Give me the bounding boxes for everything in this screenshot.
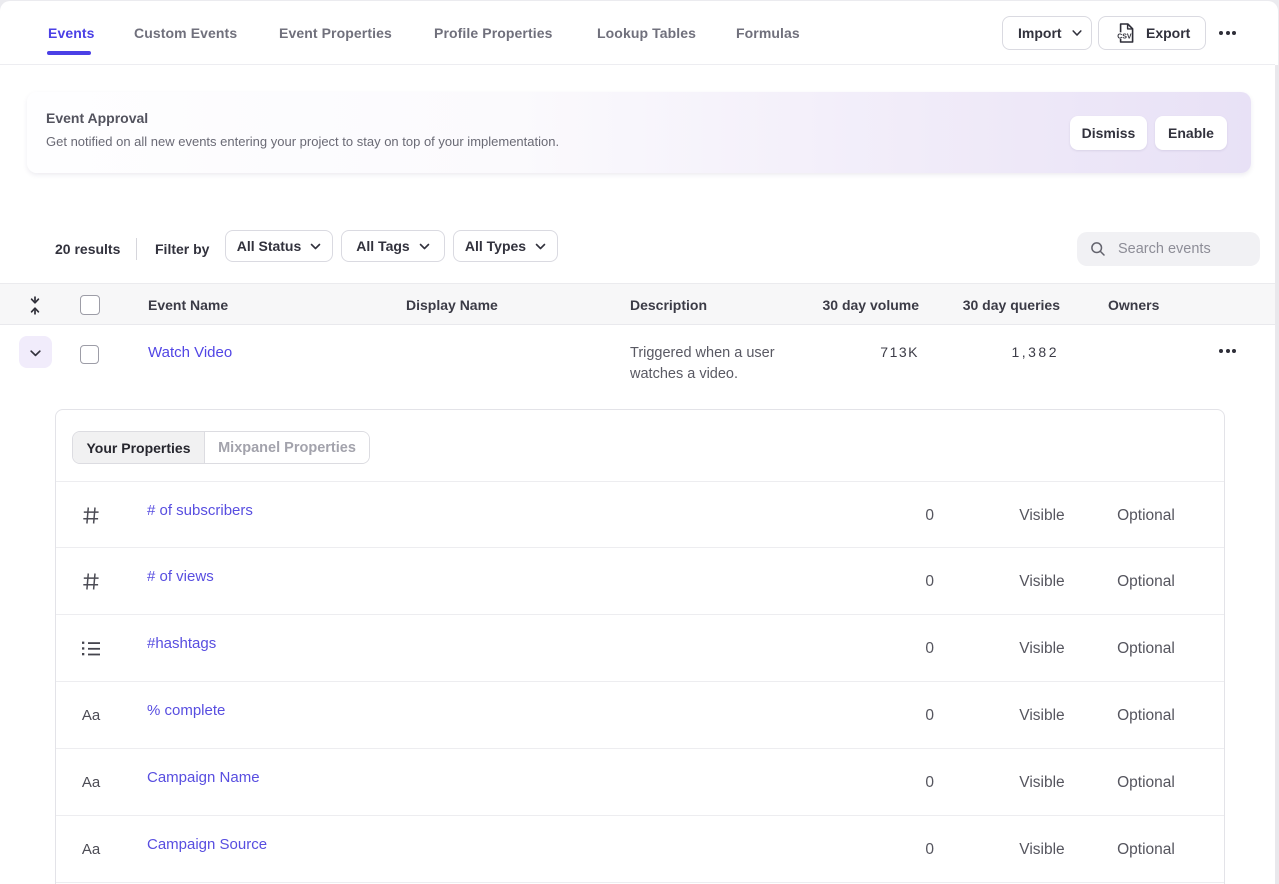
svg-text:CSV: CSV xyxy=(1117,33,1132,40)
